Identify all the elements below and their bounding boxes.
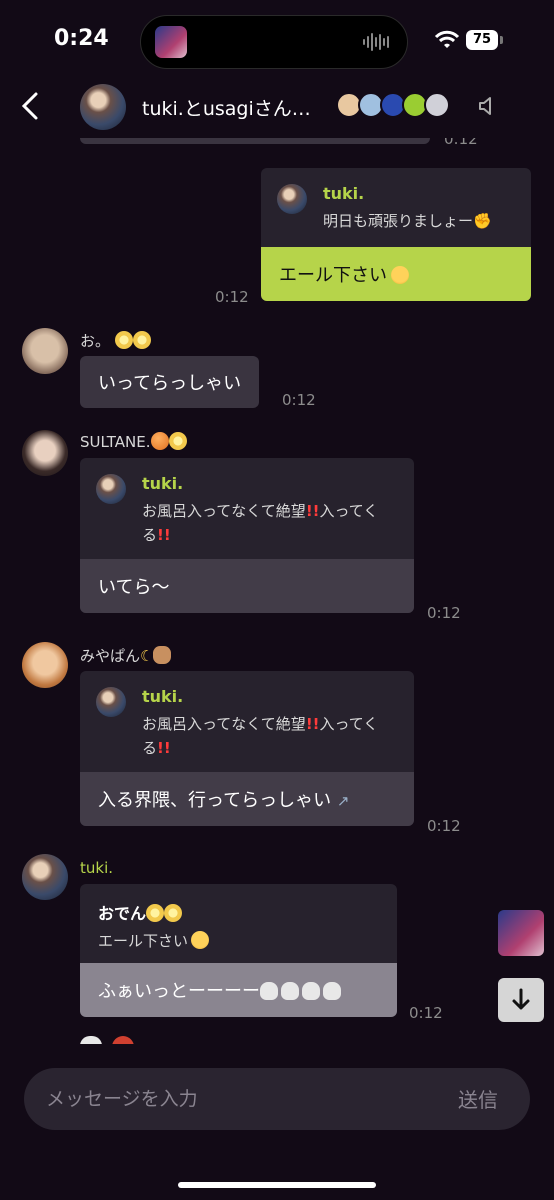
home-indicator[interactable] (178, 1182, 376, 1188)
status-bar: 0:24 75 (0, 0, 554, 80)
member-avatars[interactable] (336, 92, 456, 120)
message-body: ふぁいっとーーーー (80, 963, 397, 1017)
quote-sender-text: おでん (98, 904, 147, 923)
status-time: 0:24 (54, 26, 109, 51)
shower-emoji: ↗ (336, 792, 350, 810)
sender-avatar[interactable] (22, 854, 68, 900)
quote-text: お風呂入ってなくて絶望!!入ってくる!! (142, 499, 400, 547)
chat-title[interactable]: tuki.とusagiさん… (142, 94, 311, 121)
quote-text-content: 明日も頑張りましょー (323, 212, 474, 230)
quote-text: お風呂入ってなくて絶望!!入ってくる!! (142, 712, 400, 760)
reply-message[interactable]: tuki. お風呂入ってなくて絶望!!入ってくる!! いてら〜 (80, 458, 414, 613)
quoted-message[interactable]: tuki. 明日も頑張りましょー✊ (261, 168, 531, 247)
message-text: エール下さい (279, 265, 387, 286)
message-time: 0:12 (282, 391, 316, 409)
sender-name-text: お。 (80, 332, 111, 350)
group-avatar[interactable] (80, 84, 126, 130)
double-exclamation-emoji: !! (305, 715, 320, 733)
reaction-emoji[interactable] (112, 1036, 134, 1044)
quote-text-content: エール下さい (98, 932, 189, 950)
quote-avatar (96, 687, 126, 717)
message-bubble[interactable]: いってらっしゃい (80, 356, 260, 408)
latest-sender-avatar[interactable] (498, 910, 544, 956)
back-chevron-icon[interactable] (16, 88, 46, 124)
sun-emoji (164, 904, 183, 922)
quote-text-content: お風呂入ってなくて絶望 (142, 502, 306, 520)
cat-emoji (153, 646, 172, 664)
message-text: ふぁいっとーーーー (98, 981, 260, 1002)
message-time: 0:12 (427, 604, 461, 622)
quote-text: 明日も頑張りましょー✊ (323, 209, 517, 233)
pleading-face-emoji (191, 931, 210, 949)
reply-message[interactable]: おでん エール下さい ふぁいっとーーーー (80, 884, 397, 1017)
speaker-icon[interactable] (476, 94, 500, 118)
sender-name: tuki. (80, 859, 114, 877)
pleading-face-emoji (391, 266, 409, 284)
message-body: エール下さい (261, 247, 531, 301)
message-time: 0:12 (427, 817, 461, 835)
sender-name: SULTANE. (80, 432, 187, 451)
audio-wave-icon (363, 33, 389, 51)
partial-message (80, 138, 430, 144)
message-composer: 送信 (24, 1068, 530, 1130)
sender-avatar[interactable] (22, 642, 68, 688)
double-exclamation-emoji: !! (305, 502, 320, 520)
battery-tip (500, 36, 503, 44)
crescent-moon-emoji: ☾ (140, 647, 154, 665)
message-text: 入る界隈、行ってらっしゃい (98, 790, 332, 811)
sender-name: お。 (80, 330, 151, 351)
quote-avatar (96, 474, 126, 504)
double-exclamation-emoji: !! (157, 526, 171, 544)
message-time: 0:12 (215, 288, 249, 306)
sender-name-text: みやぱん (80, 647, 141, 665)
quote-sender: tuki. (142, 474, 184, 493)
sun-emoji (146, 904, 165, 922)
reaction-emoji[interactable] (80, 1036, 102, 1044)
skull-emoji (281, 982, 299, 1000)
dynamic-island[interactable] (140, 15, 408, 69)
orange-circle-emoji (150, 432, 169, 450)
skull-emoji (260, 982, 278, 1000)
double-exclamation-emoji: !! (157, 739, 171, 757)
skull-emoji (302, 982, 320, 1000)
quote-sender: tuki. (142, 687, 184, 706)
sender-avatar[interactable] (22, 328, 68, 374)
message-body: 入る界隈、行ってらっしゃい ↗ (80, 772, 414, 826)
quote-sender: おでん (98, 900, 383, 924)
chat-messages[interactable]: 0:12 0:12 tuki. 明日も頑張りましょー✊ エール下さい お。 いっ… (0, 138, 554, 1044)
sun-emoji (132, 331, 151, 349)
flexed-biceps-emoji: ✊ (473, 212, 492, 230)
message-input[interactable] (46, 1068, 406, 1130)
quoted-message[interactable]: おでん エール下さい (80, 884, 397, 963)
quoted-message[interactable]: tuki. お風呂入ってなくて絶望!!入ってくる!! (80, 458, 414, 559)
scroll-down-arrow-icon (512, 988, 530, 1010)
quote-text-content: お風呂入ってなくて絶望 (142, 715, 306, 733)
reply-message[interactable]: tuki. お風呂入ってなくて絶望!!入ってくる!! 入る界隈、行ってらっしゃい… (80, 671, 414, 826)
scroll-to-bottom-button[interactable] (498, 978, 544, 1022)
sun-emoji (114, 331, 133, 349)
quote-text: エール下さい (98, 930, 383, 951)
own-reply-message[interactable]: tuki. 明日も頑張りましょー✊ エール下さい (261, 168, 531, 301)
member-avatar (424, 92, 450, 118)
sender-name-text: SULTANE. (80, 433, 151, 451)
battery-icon: 75 (466, 30, 498, 50)
quoted-message[interactable]: tuki. お風呂入ってなくて絶望!!入ってくる!! (80, 671, 414, 772)
sender-avatar[interactable] (22, 430, 68, 476)
send-button[interactable]: 送信 (458, 1084, 498, 1113)
quote-avatar (277, 184, 307, 214)
message-time: 0:12 (444, 138, 478, 148)
skull-emoji (323, 982, 341, 1000)
sun-emoji (168, 432, 187, 450)
sender-name: みやぱん☾ (80, 645, 172, 666)
quote-sender: tuki. (323, 184, 365, 203)
wifi-icon (434, 30, 460, 48)
message-body: いてら〜 (80, 559, 414, 613)
chat-header: tuki.とusagiさん… (0, 80, 554, 138)
now-playing-artwork (155, 26, 187, 58)
message-time: 0:12 (409, 1004, 443, 1022)
